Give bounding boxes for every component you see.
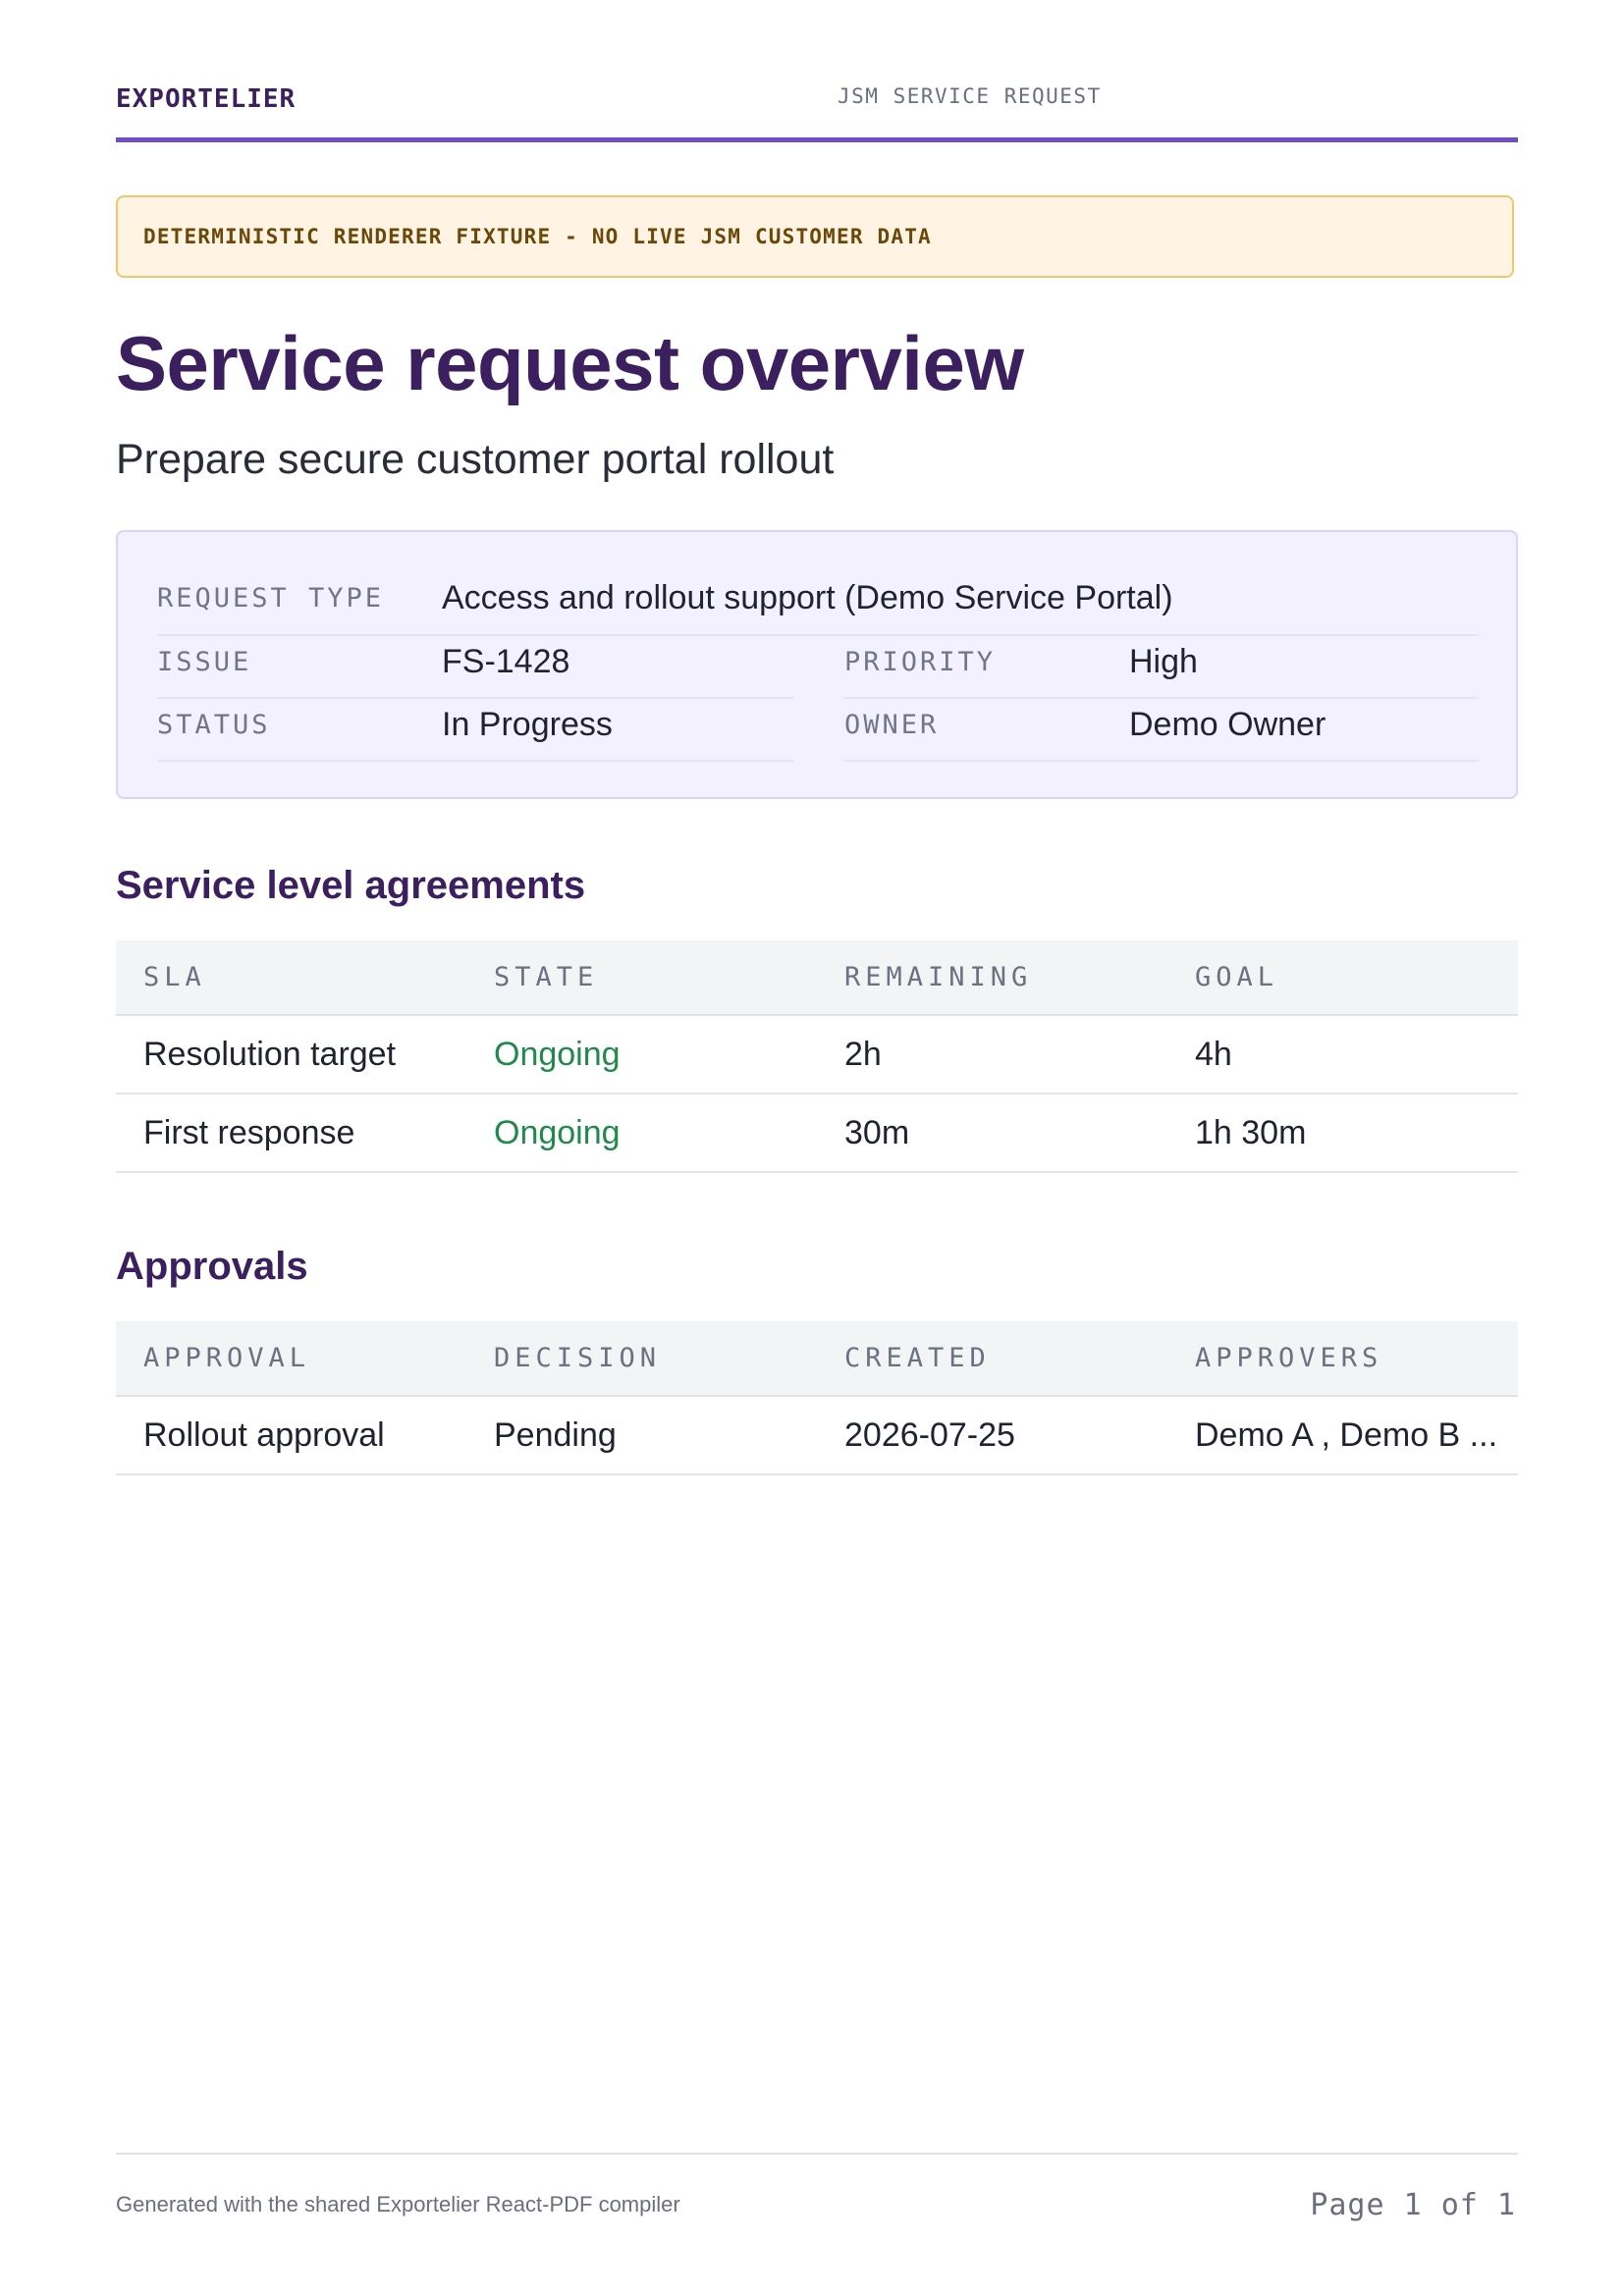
issue-label: ISSUE	[157, 647, 252, 677]
sla-goal-cell: 1h 30m	[1195, 1114, 1307, 1151]
fixture-banner-text: DETERMINISTIC RENDERER FIXTURE - NO LIVE…	[143, 225, 932, 248]
sla-remaining-cell: 2h	[844, 1036, 882, 1073]
column-header-sla: SLA	[143, 962, 206, 992]
sla-name-cell: Resolution target	[143, 1036, 397, 1073]
table-row: First response Ongoing 30m 1h 30m	[116, 1095, 1518, 1173]
sla-state-cell: Ongoing	[494, 1036, 621, 1073]
page-title: Service request overview	[116, 320, 1024, 406]
fixture-banner: DETERMINISTIC RENDERER FIXTURE - NO LIVE…	[116, 195, 1514, 278]
priority-label: PRIORITY	[844, 647, 997, 677]
priority-value: High	[1129, 643, 1198, 680]
approvals-table-header: APPROVAL DECISION CREATED APPROVERS	[116, 1321, 1518, 1397]
owner-label: OWNER	[844, 710, 940, 740]
document-kind: JSM SERVICE REQUEST	[838, 84, 1102, 108]
summary-divider	[157, 697, 793, 699]
column-header-approval: APPROVAL	[143, 1343, 311, 1373]
table-row: Resolution target Ongoing 2h 4h	[116, 1016, 1518, 1095]
column-header-goal: GOAL	[1195, 962, 1279, 992]
column-header-decision: DECISION	[494, 1343, 662, 1373]
sla-state-cell: Ongoing	[494, 1114, 621, 1151]
sla-goal-cell: 4h	[1195, 1036, 1232, 1073]
column-header-remaining: REMAINING	[844, 962, 1033, 992]
sla-table-header: SLA STATE REMAINING GOAL	[116, 940, 1518, 1016]
column-header-created: CREATED	[844, 1343, 991, 1373]
approvals-table: APPROVAL DECISION CREATED APPROVERS Roll…	[116, 1321, 1518, 1478]
footer-divider	[116, 2153, 1518, 2155]
summary-divider	[844, 697, 1479, 699]
summary-divider	[844, 760, 1479, 762]
sla-table: SLA STATE REMAINING GOAL Resolution targ…	[116, 940, 1518, 1176]
brand-logo: EXPORTELIER	[116, 84, 297, 114]
header-divider	[116, 137, 1518, 142]
footer-note: Generated with the shared Exportelier Re…	[116, 2192, 680, 2216]
status-label: STATUS	[157, 710, 271, 740]
column-header-approvers: APPROVERS	[1195, 1343, 1383, 1373]
summary-divider	[157, 634, 1479, 636]
column-header-state: STATE	[494, 962, 599, 992]
approval-created-cell: 2026-07-25	[844, 1416, 1015, 1454]
table-row: Rollout approval Pending 2026-07-25 Demo…	[116, 1397, 1518, 1475]
owner-value: Demo Owner	[1129, 706, 1326, 743]
approvals-section-heading: Approvals	[116, 1245, 308, 1288]
page-subtitle: Prepare secure customer portal rollout	[116, 436, 835, 483]
approval-decision-cell: Pending	[494, 1416, 617, 1454]
approval-name-cell: Rollout approval	[143, 1416, 385, 1454]
request-type-label: REQUEST TYPE	[157, 583, 385, 614]
page-number: Page 1 of 1	[1310, 2188, 1516, 2222]
request-summary-card: REQUEST TYPE Access and rollout support …	[116, 530, 1518, 799]
sla-section-heading: Service level agreements	[116, 864, 586, 907]
issue-value: FS-1428	[442, 643, 570, 680]
sla-name-cell: First response	[143, 1114, 355, 1151]
page-header: EXPORTELIER JSM SERVICE REQUEST	[116, 80, 1518, 139]
approval-approvers-cell: Demo A , Demo B ...	[1195, 1416, 1498, 1454]
summary-divider	[157, 760, 793, 762]
sla-remaining-cell: 30m	[844, 1114, 910, 1151]
request-type-value: Access and rollout support (Demo Service…	[442, 579, 1173, 616]
status-value: In Progress	[442, 706, 613, 743]
